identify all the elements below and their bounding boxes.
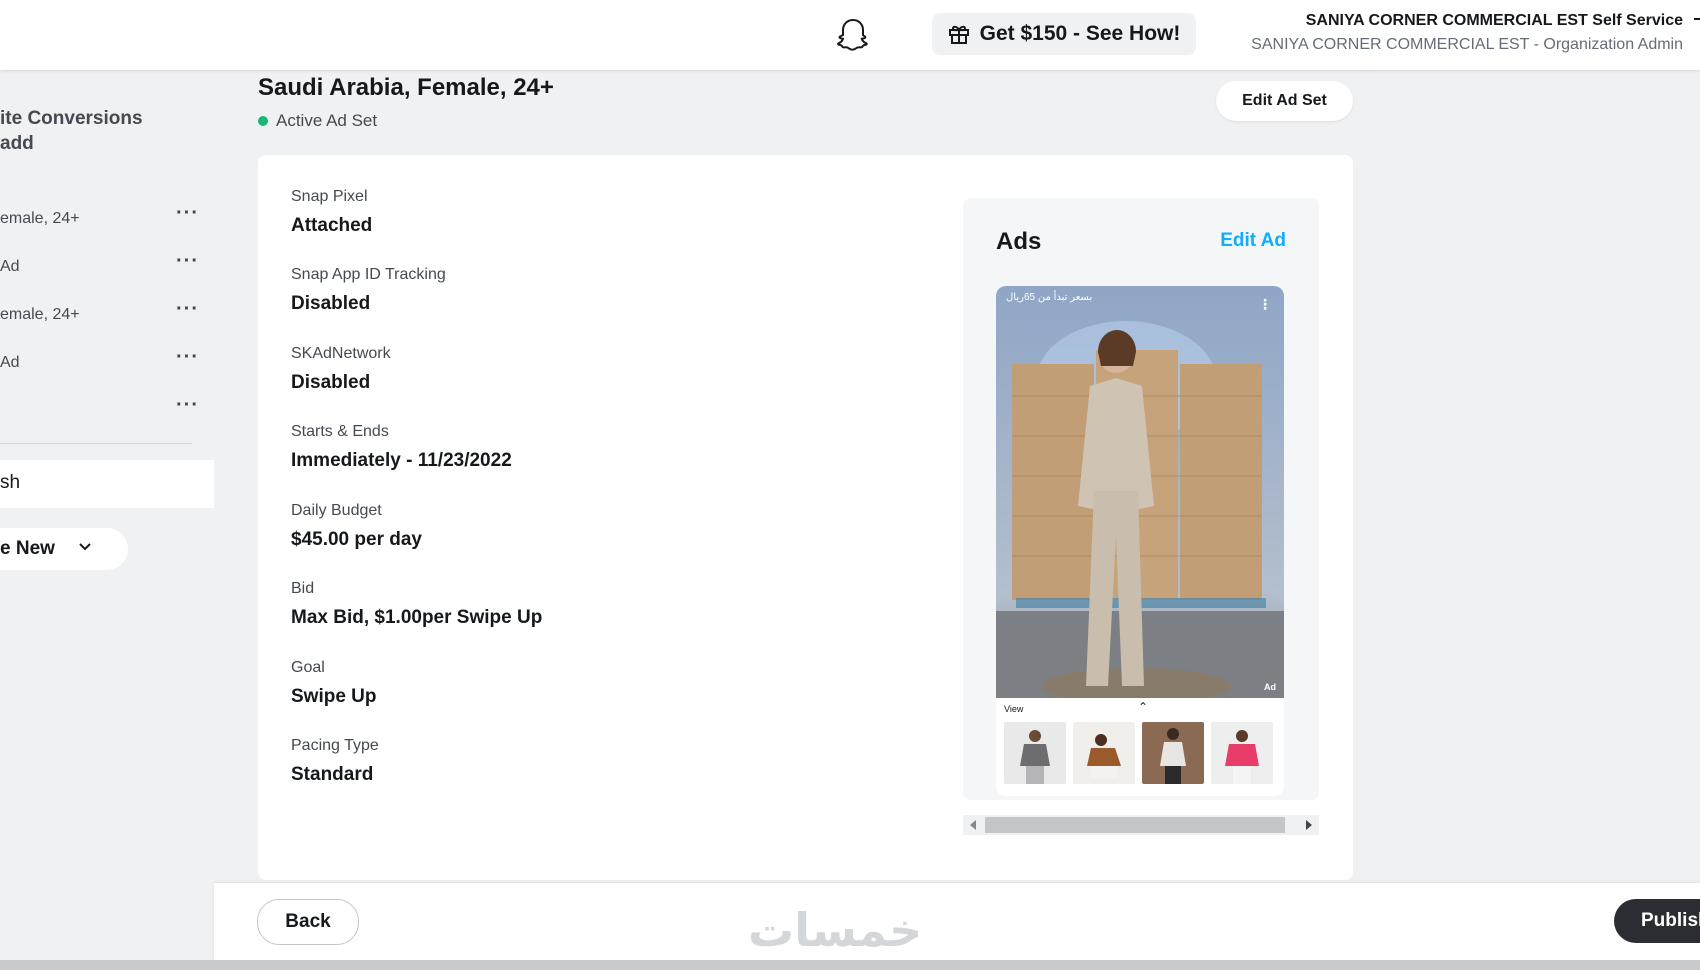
- product-thumbnail[interactable]: [1142, 722, 1204, 784]
- more-icon[interactable]: ···: [176, 346, 199, 369]
- campaign-name[interactable]: ite Conversions add: [0, 106, 143, 156]
- field-label: SKAdNetwork: [291, 345, 391, 362]
- product-thumbnail[interactable]: [1211, 722, 1273, 784]
- ads-panel: Ads Edit Ad بسعر تبدأ من 65ريال ⋮ Ad Vie…: [963, 198, 1319, 835]
- scroll-left-icon[interactable]: [970, 820, 976, 830]
- ad-preview[interactable]: بسعر تبدأ من 65ريال ⋮ Ad View ⌃: [996, 286, 1284, 796]
- org-switcher[interactable]: SANIYA CORNER COMMERCIAL EST Self Servic…: [1251, 12, 1683, 54]
- promo-label: Get $150 - See How!: [979, 22, 1181, 45]
- sidebar-item-label: Ad: [0, 354, 20, 371]
- field-label: Starts & Ends: [291, 423, 389, 440]
- page-title: Saudi Arabia, Female, 24+: [258, 74, 554, 101]
- sidebar-item-ad-2[interactable]: Ad ···: [0, 346, 200, 378]
- view-label: View: [1004, 704, 1024, 714]
- chevron-up-icon[interactable]: ⌃: [1138, 700, 1148, 714]
- field-daily-budget: Daily Budget $45.00 per day: [291, 502, 422, 551]
- ad-preview-image: [996, 286, 1284, 698]
- field-value: Attached: [291, 215, 373, 236]
- edit-ad-set-button[interactable]: Edit Ad Set: [1216, 81, 1353, 121]
- edit-ad-link[interactable]: Edit Ad: [1220, 230, 1286, 252]
- field-value: Max Bid, $1.00per Swipe Up: [291, 607, 543, 628]
- field-label: Snap Pixel: [291, 188, 368, 205]
- ads-title: Ads: [996, 228, 1042, 255]
- sidebar-item-adset-2[interactable]: emale, 24+ ···: [0, 298, 200, 330]
- snapchat-ghost-icon[interactable]: [833, 15, 873, 55]
- field-pacing-type: Pacing Type Standard: [291, 737, 379, 786]
- sidebar-item-label: emale, 24+: [0, 306, 80, 323]
- product-thumbnail[interactable]: [1073, 722, 1135, 784]
- status-badge: Active Ad Set: [258, 111, 377, 131]
- product-thumbnails: [1004, 722, 1273, 784]
- product-thumbnail[interactable]: [1004, 722, 1066, 784]
- publish-button[interactable]: Publish: [1614, 899, 1700, 943]
- sidebar-item-label: emale, 24+: [0, 210, 80, 227]
- watermark: خمسات: [748, 904, 923, 956]
- field-label: Snap App ID Tracking: [291, 266, 446, 283]
- more-icon[interactable]: ···: [176, 298, 199, 321]
- field-value: Swipe Up: [291, 686, 377, 707]
- org-role: SANIYA CORNER COMMERCIAL EST - Organizat…: [1251, 36, 1683, 53]
- top-bar: Get $150 - See How! SANIYA CORNER COMMER…: [0, 0, 1700, 70]
- status-dot-icon: [258, 116, 268, 126]
- scroll-thumb[interactable]: [985, 817, 1285, 833]
- sidebar-divider: [0, 443, 192, 444]
- horizontal-scrollbar[interactable]: [963, 815, 1319, 835]
- field-value: Standard: [291, 764, 374, 785]
- field-label: Bid: [291, 580, 315, 597]
- create-new-label: e New: [0, 538, 55, 559]
- sidebar-item-label: Ad: [0, 258, 20, 275]
- more-vertical-icon[interactable]: ⋮: [1258, 296, 1272, 313]
- field-app-id-tracking: Snap App ID Tracking Disabled: [291, 266, 446, 315]
- more-icon[interactable]: ···: [176, 394, 199, 417]
- field-label: Goal: [291, 659, 325, 676]
- sidebar-item-label: sh: [0, 472, 21, 493]
- field-value: Disabled: [291, 293, 371, 314]
- promo-button[interactable]: Get $150 - See How!: [932, 13, 1196, 55]
- footer-bar: Back خمسات Publish: [214, 883, 1700, 960]
- field-value: $45.00 per day: [291, 529, 422, 550]
- ad-set-detail-card: Snap Pixel Attached Snap App ID Tracking…: [258, 155, 1353, 880]
- ad-overlay-text: بسعر تبدأ من 65ريال: [1006, 292, 1093, 303]
- sidebar: ite Conversions add emale, 24+ ··· Ad ··…: [0, 70, 214, 960]
- create-new-button[interactable]: e New: [0, 528, 128, 570]
- field-snap-pixel: Snap Pixel Attached: [291, 188, 372, 237]
- back-button[interactable]: Back: [257, 899, 359, 945]
- sidebar-item-ad-1[interactable]: Ad ···: [0, 250, 200, 282]
- scroll-right-icon[interactable]: [1306, 820, 1312, 830]
- more-icon[interactable]: ···: [176, 250, 199, 273]
- field-value: Disabled: [291, 372, 371, 393]
- field-label: Daily Budget: [291, 502, 382, 519]
- field-label: Pacing Type: [291, 737, 379, 754]
- window-bottom-strip: [0, 960, 1700, 970]
- ad-badge: Ad: [1264, 682, 1276, 692]
- org-name: SANIYA CORNER COMMERCIAL EST Self Servic…: [1305, 12, 1683, 29]
- sidebar-item-5[interactable]: ···: [0, 394, 200, 426]
- chevron-down-icon: [79, 543, 91, 551]
- field-value: Immediately - 11/23/2022: [291, 450, 512, 471]
- field-bid: Bid Max Bid, $1.00per Swipe Up: [291, 580, 542, 629]
- gift-icon: [948, 25, 969, 44]
- status-label: Active Ad Set: [276, 111, 378, 130]
- more-icon[interactable]: ···: [176, 202, 199, 225]
- field-goal: Goal Swipe Up: [291, 659, 377, 708]
- org-caret-icon[interactable]: [1694, 18, 1700, 20]
- field-starts-ends: Starts & Ends Immediately - 11/23/2022: [291, 423, 512, 472]
- field-skadnetwork: SKAdNetwork Disabled: [291, 345, 391, 394]
- publish-label: Publish: [1641, 910, 1700, 931]
- sidebar-item-publish[interactable]: sh: [0, 460, 214, 508]
- sidebar-item-adset-1[interactable]: emale, 24+ ···: [0, 202, 200, 234]
